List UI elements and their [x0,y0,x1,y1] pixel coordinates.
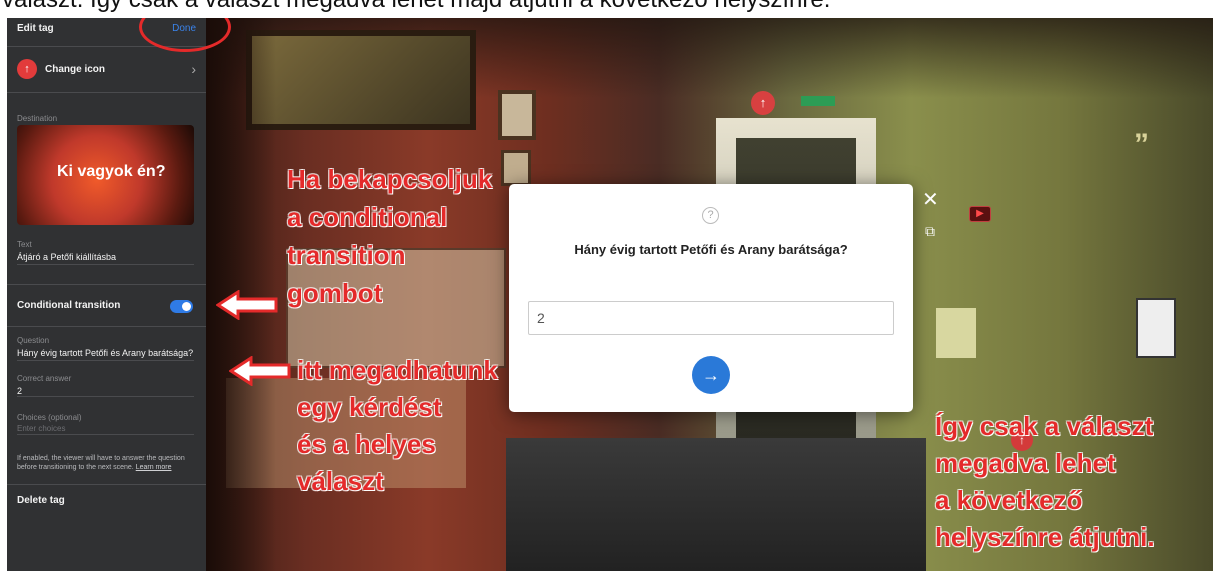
divider [7,92,206,93]
annotation-line: Így csak a választ [935,411,1154,441]
divider [7,284,206,285]
toggle-knob [182,302,191,311]
annotation-arrow-icon [216,290,278,320]
annotation-arrow-icon [229,356,291,386]
question-help-icon: ? [702,207,719,224]
question-field[interactable]: Hány évig tartott Petőfi és Arany baráts… [7,348,206,358]
panorama-painting [246,30,476,130]
annotation-line: a conditional [287,202,448,232]
destination-thumbnail-title: Ki vagyok én? [57,163,166,180]
annotation-line: helyszínre átjutni. [935,522,1155,552]
screenshot-frame: ↑ ↑ ” ✕ ⧉ ▶ Edit tag Done ↑ Change icon … [7,18,1213,571]
question-caption: Question [17,336,50,345]
field-underline [17,360,194,361]
field-underline [17,264,194,265]
panorama-wall-panel [936,308,976,358]
correct-answer-field[interactable]: 2 [7,386,206,396]
panorama-wall-panel [1136,298,1176,358]
conditional-help-text: If enabled, the viewer will have to answ… [17,454,197,472]
exit-sign [801,96,835,106]
dialog-question-text: Hány évig tartott Petőfi és Arany baráts… [574,242,848,257]
learn-more-link[interactable]: Learn more [136,464,172,471]
quote-icon: ” [1134,128,1149,161]
choices-caption: Choices (optional) [17,413,82,422]
delete-tag-button[interactable]: Delete tag [7,490,206,512]
conditional-question-dialog: ? Hány évig tartott Petőfi és Arany bará… [509,184,913,412]
panorama-painting [498,90,536,140]
tag-text-field[interactable]: Átjáró a Petőfi kiállításba [7,252,206,262]
annotation-line: transition [287,240,406,270]
destination-caption: Destination [17,114,58,123]
divider [7,326,206,327]
tag-icon-preview: ↑ [17,59,37,79]
cropped-caption-text: választ. Így csak a választ megadva lehe… [0,0,1213,18]
annotation-line: és a helyes [297,429,436,459]
annotation-line: gombot [287,278,383,308]
submit-answer-button[interactable]: → [692,356,730,394]
panorama-floor [506,438,926,571]
text-caption: Text [17,240,32,249]
annotation-line: a következő [935,485,1083,515]
annotation-line: Ha bekapcsoljuk [287,164,493,194]
vr-mode-icon[interactable]: ⧉ [925,223,935,240]
edit-tag-sidebar: Edit tag Done ↑ Change icon › Destinatio… [7,18,206,571]
choices-input[interactable] [17,423,194,435]
sidebar-title: Edit tag [17,23,54,34]
arrow-right-icon: → [702,365,720,385]
annotation-line: választ [297,466,384,496]
divider [7,484,206,485]
annotation-line: egy kérdést [297,392,442,422]
close-icon[interactable]: ✕ [922,190,939,210]
change-icon-label: Change icon [45,63,106,75]
destination-thumbnail[interactable]: Ki vagyok én? [17,125,194,225]
field-underline [17,396,194,397]
correct-answer-caption: Correct answer [17,374,72,383]
panorama-painting [501,150,531,186]
tag-marker-icon[interactable]: ↑ [751,91,775,115]
annotation-left-text: Ha bekapcsoljuk a conditional transition… [287,160,492,312]
annotation-line: megadva lehet [935,448,1116,478]
annotation-line: itt megadhatunk [297,355,498,385]
annotation-middle-text: itt megadhatunk egy kérdést és a helyes … [297,352,498,500]
conditional-transition-toggle[interactable] [170,300,193,313]
answer-input[interactable] [528,301,894,335]
change-icon-row[interactable]: ↑ Change icon › [7,57,206,81]
annotation-right-text: Így csak a választ megadva lehet a követ… [935,408,1155,556]
chevron-right-icon: › [191,61,196,77]
video-play-icon[interactable]: ▶ [969,206,991,222]
